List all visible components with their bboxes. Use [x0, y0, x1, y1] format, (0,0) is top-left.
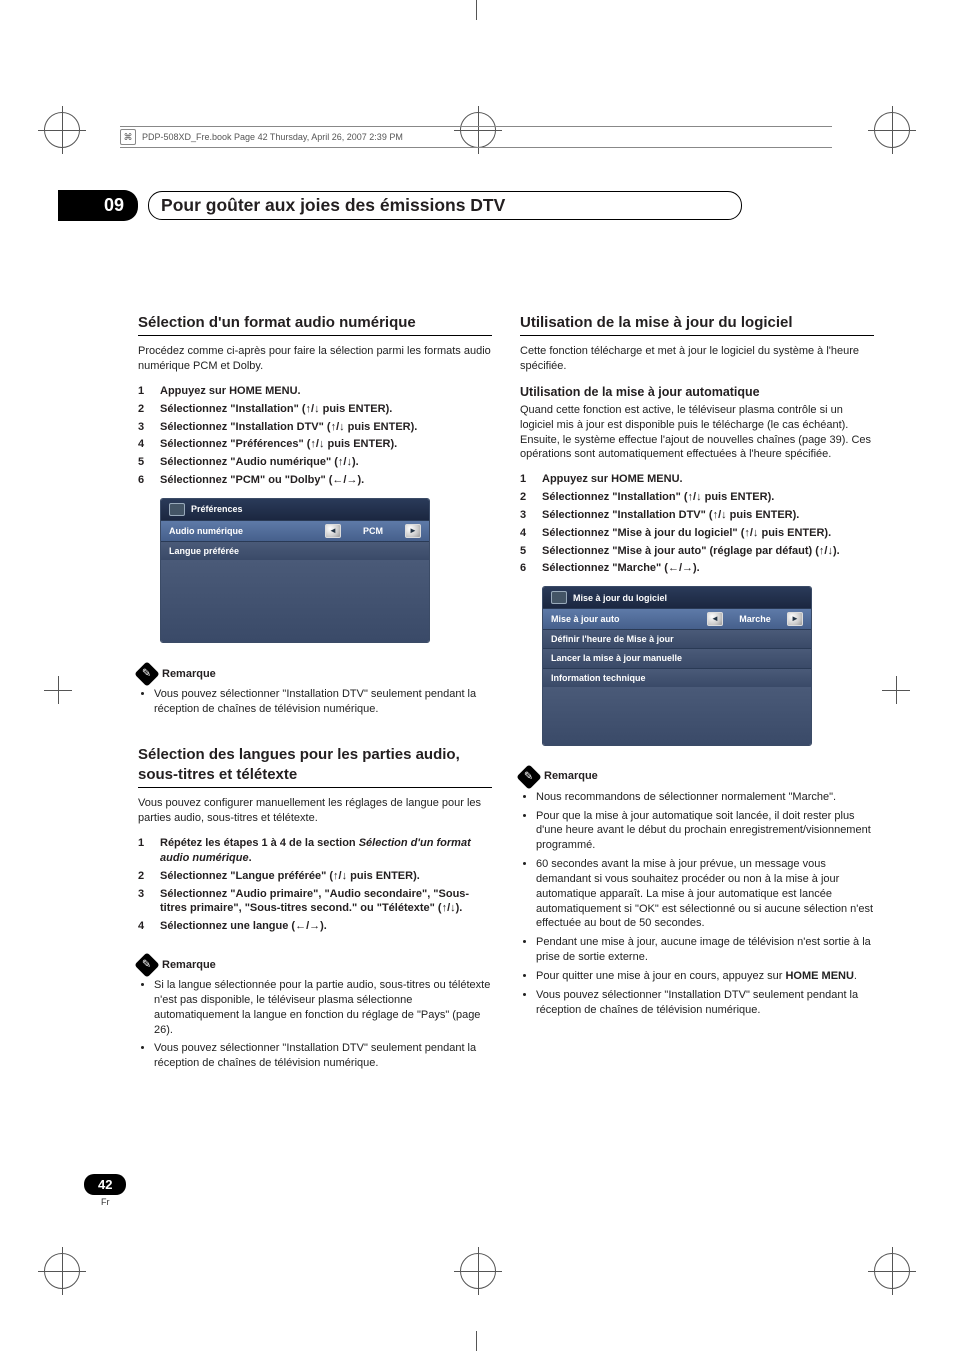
step: 6Sélectionnez "Marche" (←/→). — [520, 561, 874, 576]
chapter-number: 09 — [58, 190, 138, 221]
note-header: ✎ Remarque — [520, 768, 874, 786]
osd-left-arrow-icon: ◄ — [707, 612, 723, 626]
osd-body — [161, 560, 429, 642]
section-intro: Procédez comme ci-après pour faire la sé… — [138, 344, 492, 374]
note-list: Si la langue sélectionnée pour la partie… — [138, 978, 492, 1071]
section-heading: Sélection d'un format audio numérique — [138, 313, 492, 336]
step: 1 Répétez les étapes 1 à 4 de la section… — [138, 836, 492, 866]
content-area: 09 Pour goûter aux joies des émissions D… — [138, 190, 874, 1075]
subsection-intro: Quand cette fonction est active, le télé… — [520, 403, 874, 462]
tv-icon — [551, 591, 567, 604]
step: 2Sélectionnez "Installation" (↑/↓ puis E… — [138, 402, 492, 417]
section-heading: Utilisation de la mise à jour du logicie… — [520, 313, 874, 336]
page: ⌘ PDP-508XD_Fre.book Page 42 Thursday, A… — [0, 0, 954, 1351]
step: 3Sélectionnez "Audio primaire", "Audio s… — [138, 887, 492, 917]
step: 5Sélectionnez "Mise à jour auto" (réglag… — [520, 544, 874, 559]
page-number: 42 Fr — [84, 1174, 126, 1207]
note-header: ✎ Remarque — [138, 665, 492, 683]
osd-titlebar: Préférences — [161, 499, 429, 520]
registration-mark — [460, 1253, 496, 1289]
osd-row-selected: Mise à jour auto ◄ Marche ► — [543, 608, 811, 629]
note-list: Vous pouvez sélectionner "Installation D… — [138, 687, 492, 717]
section-heading: Sélection des langues pour les parties a… — [138, 745, 492, 789]
note-label: Remarque — [162, 667, 216, 682]
osd-left-arrow-icon: ◄ — [325, 524, 341, 538]
osd-row-label: Langue préférée — [169, 545, 421, 557]
two-columns: Sélection d'un format audio numérique Pr… — [138, 313, 874, 1075]
registration-mark — [874, 112, 910, 148]
step: 2Sélectionnez "Installation" (↑/↓ puis E… — [520, 490, 874, 505]
registration-mark — [44, 112, 80, 148]
note-label: Remarque — [162, 958, 216, 973]
osd-body — [543, 687, 811, 745]
osd-value: Marche — [727, 613, 783, 625]
osd-title: Mise à jour du logiciel — [573, 592, 667, 604]
steps-list: 1Appuyez sur HOME MENU. 2Sélectionnez "I… — [520, 472, 874, 576]
step: 6Sélectionnez "PCM" ou "Dolby" (←/→). — [138, 473, 492, 488]
steps-list: 1 Répétez les étapes 1 à 4 de la section… — [138, 836, 492, 934]
note-icon: ✎ — [134, 952, 159, 977]
right-column: Utilisation de la mise à jour du logicie… — [520, 313, 874, 1075]
note-item: 60 secondes avant la mise à jour prévue,… — [536, 857, 874, 931]
step: 4Sélectionnez "Préférences" (↑/↓ puis EN… — [138, 437, 492, 452]
step: 2Sélectionnez "Langue préférée" (↑/↓ pui… — [138, 869, 492, 884]
chapter-title-pill: Pour goûter aux joies des émissions DTV — [148, 191, 742, 220]
crop-tick-top — [476, 0, 477, 20]
osd-right-arrow-icon: ► — [787, 612, 803, 626]
registration-mark — [874, 1253, 910, 1289]
note-item: Pour que la mise à jour automatique soit… — [536, 809, 874, 854]
osd-row-selected: Audio numérique ◄ PCM ► — [161, 520, 429, 541]
osd-right-arrow-icon: ► — [405, 524, 421, 538]
step: 4Sélectionnez "Mise à jour du logiciel" … — [520, 526, 874, 541]
note-list: Nous recommandons de sélectionner normal… — [520, 790, 874, 1018]
note-label: Remarque — [544, 769, 598, 784]
osd-value-stepper: ◄ Marche ► — [707, 612, 803, 626]
section-intro: Cette fonction télécharge et met à jour … — [520, 344, 874, 374]
note-item: Pendant une mise à jour, aucune image de… — [536, 935, 874, 965]
step: 1Appuyez sur HOME MENU. — [138, 384, 492, 399]
osd-panel-software-update: Mise à jour du logiciel Mise à jour auto… — [542, 586, 812, 745]
osd-title: Préférences — [191, 503, 243, 515]
osd-row-label: Audio numérique — [169, 525, 325, 537]
registration-cross — [882, 676, 910, 704]
steps-list: 1Appuyez sur HOME MENU. 2Sélectionnez "I… — [138, 384, 492, 488]
step: 3Sélectionnez "Installation DTV" (↑/↓ pu… — [520, 508, 874, 523]
note-item: Si la langue sélectionnée pour la partie… — [154, 978, 492, 1037]
note-icon: ✎ — [134, 661, 159, 686]
chapter-bar: 09 Pour goûter aux joies des émissions D… — [138, 190, 874, 221]
note-item: Vous pouvez sélectionner "Installation D… — [536, 988, 874, 1018]
osd-panel-preferences: Préférences Audio numérique ◄ PCM ► Lang… — [160, 498, 430, 643]
running-head: ⌘ PDP-508XD_Fre.book Page 42 Thursday, A… — [120, 126, 832, 148]
note-item: Vous pouvez sélectionner "Installation D… — [154, 687, 492, 717]
note-header: ✎ Remarque — [138, 956, 492, 974]
tv-icon — [169, 503, 185, 516]
crop-tick-bottom — [476, 1331, 477, 1351]
step: 1Appuyez sur HOME MENU. — [520, 472, 874, 487]
registration-cross — [44, 676, 72, 704]
chapter-title: Pour goûter aux joies des émissions DTV — [161, 195, 505, 215]
subsection-heading: Utilisation de la mise à jour automatiqu… — [520, 384, 874, 401]
note-item: Nous recommandons de sélectionner normal… — [536, 790, 874, 805]
section-intro: Vous pouvez configurer manuellement les … — [138, 796, 492, 826]
osd-row: Information technique — [543, 668, 811, 687]
step: 5Sélectionnez "Audio numérique" (↑/↓). — [138, 455, 492, 470]
page-lang: Fr — [101, 1197, 110, 1207]
osd-row: Langue préférée — [161, 541, 429, 560]
note-item: Vous pouvez sélectionner "Installation D… — [154, 1041, 492, 1071]
left-column: Sélection d'un format audio numérique Pr… — [138, 313, 492, 1075]
note-icon: ✎ — [516, 764, 541, 789]
page-number-value: 42 — [84, 1174, 126, 1195]
running-head-text: PDP-508XD_Fre.book Page 42 Thursday, Apr… — [142, 132, 403, 142]
osd-row-label: Mise à jour auto — [551, 613, 707, 625]
note-item: Pour quitter une mise à jour en cours, a… — [536, 969, 874, 984]
osd-row: Définir l'heure de Mise à jour — [543, 629, 811, 648]
osd-titlebar: Mise à jour du logiciel — [543, 587, 811, 608]
osd-row: Lancer la mise à jour manuelle — [543, 648, 811, 667]
book-icon: ⌘ — [120, 129, 136, 145]
osd-value: PCM — [345, 525, 401, 537]
step: 3Sélectionnez "Installation DTV" (↑/↓ pu… — [138, 420, 492, 435]
registration-mark — [44, 1253, 80, 1289]
osd-value-stepper: ◄ PCM ► — [325, 524, 421, 538]
step: 4Sélectionnez une langue (←/→). — [138, 919, 492, 934]
